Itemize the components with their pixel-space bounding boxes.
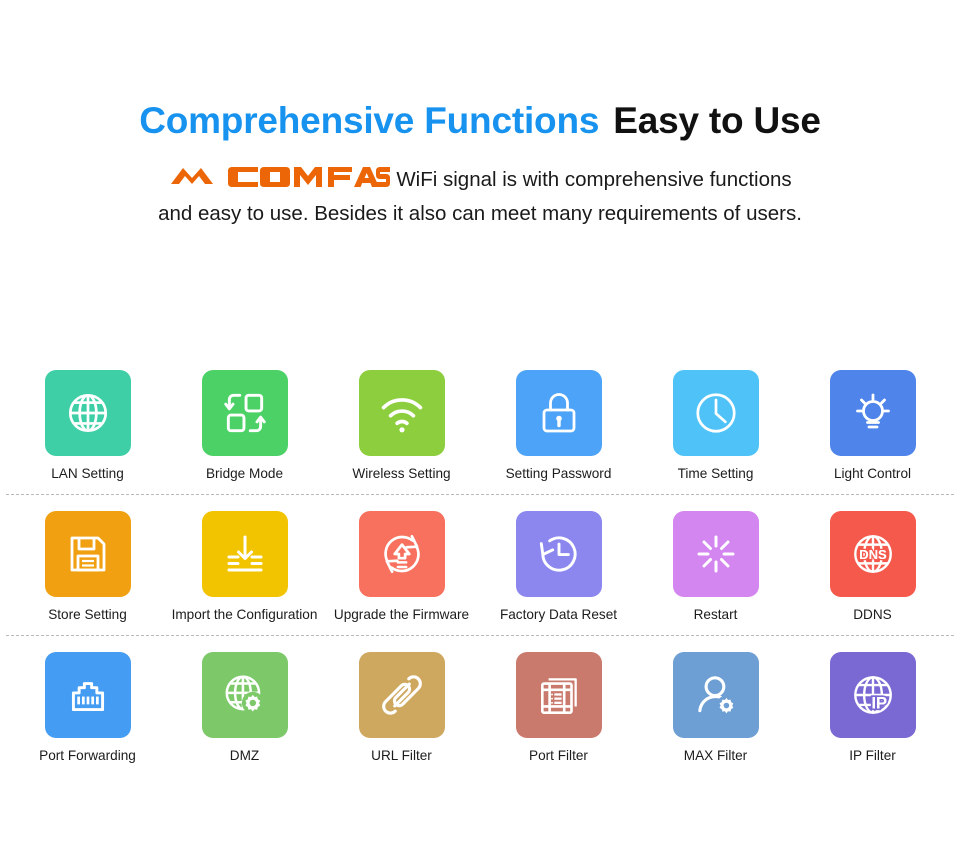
feature-wireless-setting[interactable]: Wireless Setting xyxy=(323,358,480,489)
feature-row-1: LAN Setting Bridge Mode Wireless Setting… xyxy=(0,358,960,489)
port-filter-tile[interactable] xyxy=(515,652,602,738)
ethernet-port-icon xyxy=(63,670,113,720)
feature-row-2: Store Setting Import the Configuration U… xyxy=(0,499,960,630)
feature-grid: LAN Setting Bridge Mode Wireless Setting… xyxy=(0,358,960,771)
row-divider-1 xyxy=(6,494,954,495)
bridge-swap-icon xyxy=(220,388,270,438)
wireless-setting-tile[interactable] xyxy=(358,370,445,456)
restart-tile[interactable] xyxy=(672,511,759,597)
feature-label: Store Setting xyxy=(48,607,127,622)
feature-label: MAX Filter xyxy=(683,748,748,763)
hero-subtitle: WiFi signal is with comprehensive functi… xyxy=(0,163,960,231)
feature-label: DDNS xyxy=(853,607,892,622)
dns-globe-icon: DNS DNS xyxy=(848,529,898,579)
feature-label: Port Forwarding xyxy=(39,748,136,763)
feature-row-3: Port Forwarding DMZ URL Filter Port Filt… xyxy=(0,640,960,771)
page-title-plain: Easy to Use xyxy=(613,100,821,141)
setting-password-tile[interactable] xyxy=(515,370,602,456)
restart-spinner-icon xyxy=(692,530,740,578)
feature-label: Bridge Mode xyxy=(205,466,284,481)
feature-port-forwarding[interactable]: Port Forwarding xyxy=(9,640,166,771)
feature-label: IP Filter xyxy=(849,748,896,763)
import-configuration-tile[interactable] xyxy=(201,511,288,597)
wifi-icon xyxy=(376,387,428,439)
port-forwarding-tile[interactable] xyxy=(44,652,131,738)
feature-label: Upgrade the Firmware xyxy=(333,607,470,622)
upgrade-firmware-tile[interactable] xyxy=(358,511,445,597)
factory-data-reset-tile[interactable] xyxy=(515,511,602,597)
feature-label: DMZ xyxy=(229,748,260,763)
ip-filter-tile[interactable]: IP IP xyxy=(829,652,916,738)
feature-max-filter[interactable]: MAX Filter xyxy=(637,640,794,771)
svg-text:IP: IP xyxy=(871,694,887,713)
feature-store-setting[interactable]: Store Setting xyxy=(9,499,166,630)
feature-bridge-mode[interactable]: Bridge Mode xyxy=(166,358,323,489)
row-divider-2 xyxy=(6,635,954,636)
globe-gear-icon xyxy=(220,670,270,720)
feature-setting-password[interactable]: Setting Password xyxy=(480,358,637,489)
port-list-icon xyxy=(534,670,584,720)
url-filter-tile[interactable] xyxy=(358,652,445,738)
ip-globe-icon: IP IP xyxy=(848,670,898,720)
hero-subtitle-text-1: WiFi signal is with comprehensive functi… xyxy=(396,168,792,191)
feature-url-filter[interactable]: URL Filter xyxy=(323,640,480,771)
globe-icon xyxy=(63,388,113,438)
reset-clock-icon xyxy=(534,529,584,579)
time-setting-tile[interactable] xyxy=(672,370,759,456)
clock-icon xyxy=(691,388,741,438)
feature-label: LAN Setting xyxy=(51,466,124,481)
page-title: Comprehensive Functions Easy to Use xyxy=(0,97,960,145)
feature-label: Light Control xyxy=(833,466,912,481)
feature-port-filter[interactable]: Port Filter xyxy=(480,640,637,771)
feature-light-control[interactable]: Light Control xyxy=(794,358,951,489)
lock-icon xyxy=(535,389,583,437)
feature-ddns[interactable]: DNS DNS DDNS xyxy=(794,499,951,630)
feature-label: Setting Password xyxy=(505,466,612,481)
hero-subtitle-line-2: and easy to use. Besides it also can mee… xyxy=(158,202,802,225)
store-setting-tile[interactable] xyxy=(44,511,131,597)
dmz-tile[interactable] xyxy=(201,652,288,738)
feature-upgrade-firmware[interactable]: Upgrade the Firmware xyxy=(323,499,480,630)
feature-lan-setting[interactable]: LAN Setting xyxy=(9,358,166,489)
feature-label: Wireless Setting xyxy=(352,466,451,481)
light-control-tile[interactable] xyxy=(829,370,916,456)
feature-label: Restart xyxy=(693,607,738,622)
hero-subtitle-line-1: WiFi signal is with comprehensive functi… xyxy=(0,163,960,197)
feature-time-setting[interactable]: Time Setting xyxy=(637,358,794,489)
download-import-icon xyxy=(221,530,269,578)
feature-dmz[interactable]: DMZ xyxy=(166,640,323,771)
floppy-save-icon xyxy=(64,530,112,578)
svg-text:DNS: DNS xyxy=(859,547,887,562)
feature-ip-filter[interactable]: IP IP IP Filter xyxy=(794,640,951,771)
upgrade-refresh-icon xyxy=(377,529,427,579)
feature-restart[interactable]: Restart xyxy=(637,499,794,630)
hero-section: Comprehensive Functions Easy to Use WiFi… xyxy=(0,0,960,231)
feature-label: Time Setting xyxy=(677,466,754,481)
lightbulb-icon xyxy=(849,389,897,437)
comfast-logo xyxy=(168,164,391,190)
feature-label: URL Filter xyxy=(371,748,432,763)
page-title-accent: Comprehensive Functions xyxy=(139,100,600,141)
link-chain-icon xyxy=(377,670,427,720)
feature-factory-data-reset[interactable]: Factory Data Reset xyxy=(480,499,637,630)
max-filter-tile[interactable] xyxy=(672,652,759,738)
feature-label: Port Filter xyxy=(529,748,588,763)
feature-import-configuration[interactable]: Import the Configuration xyxy=(166,499,323,630)
feature-label: Import the Configuration xyxy=(171,607,318,622)
lan-setting-tile[interactable] xyxy=(44,370,131,456)
ddns-tile[interactable]: DNS DNS xyxy=(829,511,916,597)
user-gear-icon xyxy=(691,670,741,720)
bridge-mode-tile[interactable] xyxy=(201,370,288,456)
feature-label: Factory Data Reset xyxy=(499,607,618,622)
